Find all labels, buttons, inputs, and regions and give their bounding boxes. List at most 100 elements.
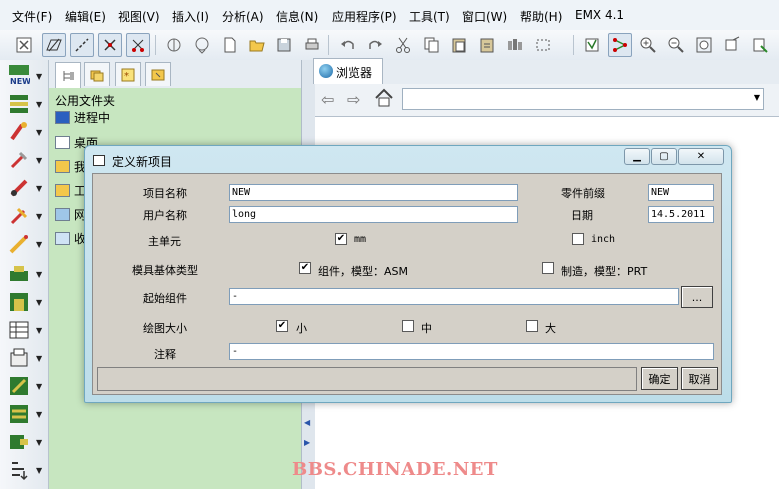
chevron-down-icon[interactable]: ▼: [36, 298, 42, 307]
cooling-icon[interactable]: [8, 205, 30, 227]
tab-model-tree[interactable]: [55, 62, 81, 88]
start-assembly-input[interactable]: -: [229, 288, 679, 305]
sketch-node-icon[interactable]: [608, 33, 632, 57]
menu-help[interactable]: 帮助(H): [520, 8, 562, 25]
tab-folder-browser[interactable]: [84, 62, 110, 86]
copy-icon[interactable]: [419, 33, 443, 57]
unit-inch-checkbox[interactable]: [572, 233, 584, 245]
paste-special-icon[interactable]: [475, 33, 499, 57]
chevron-down-icon[interactable]: ▼: [36, 184, 42, 193]
chevron-down-icon[interactable]: ▼: [36, 270, 42, 279]
mold-opening-icon[interactable]: [8, 403, 30, 425]
project-name-input[interactable]: NEW: [229, 184, 518, 201]
menu-applications[interactable]: 应用程序(P): [332, 8, 397, 25]
size-medium-checkbox[interactable]: [402, 320, 414, 332]
zoom-in-icon[interactable]: [636, 33, 660, 57]
menu-info[interactable]: 信息(N): [276, 8, 318, 25]
tree-item-my-documents[interactable]: 我: [55, 158, 86, 175]
expand-arrow-icon[interactable]: ▶: [304, 438, 310, 447]
cancel-button[interactable]: 取消: [681, 367, 718, 390]
save-icon[interactable]: [272, 33, 296, 57]
datum-plane-icon[interactable]: [42, 33, 66, 57]
refit-icon[interactable]: [692, 33, 716, 57]
chevron-down-icon[interactable]: ▼: [36, 156, 42, 165]
chevron-down-icon[interactable]: ▼: [36, 466, 42, 475]
close-window-icon[interactable]: [12, 33, 36, 57]
mold-base-icon[interactable]: [8, 93, 30, 115]
reorient-icon[interactable]: [720, 33, 744, 57]
open-folder-icon[interactable]: [245, 33, 269, 57]
date-input[interactable]: 14.5.2011: [648, 206, 714, 223]
ejector-pin-icon[interactable]: [8, 121, 30, 143]
collapse-arrow-icon[interactable]: ◀: [304, 418, 310, 427]
menu-window[interactable]: 窗口(W): [462, 8, 507, 25]
tree-item-working-directory[interactable]: 工: [55, 182, 86, 199]
tab-connections[interactable]: [145, 62, 171, 86]
coordinate-system-icon[interactable]: [126, 33, 150, 57]
tab-favorites[interactable]: *: [115, 62, 141, 86]
chevron-down-icon[interactable]: ▼: [36, 382, 42, 391]
screw-icon[interactable]: [8, 149, 30, 171]
datum-point-icon[interactable]: [98, 33, 122, 57]
menu-insert[interactable]: 插入(I): [172, 8, 209, 25]
bom-icon[interactable]: [8, 319, 30, 341]
chevron-down-icon[interactable]: ▼: [36, 128, 42, 137]
note-input[interactable]: -: [229, 343, 714, 360]
settings-icon[interactable]: [8, 459, 30, 481]
datum-axis-icon[interactable]: [70, 33, 94, 57]
mold-assembly-checkbox[interactable]: ✔: [299, 262, 311, 274]
unit-mm-checkbox[interactable]: ✔: [335, 233, 347, 245]
chevron-down-icon[interactable]: ▼: [36, 326, 42, 335]
cut-icon[interactable]: [391, 33, 415, 57]
back-arrow-icon[interactable]: ⇦: [321, 90, 334, 109]
browse-button[interactable]: ...: [681, 286, 713, 308]
regenerate-icon[interactable]: [503, 33, 527, 57]
tab-browser[interactable]: 浏览器: [313, 58, 383, 84]
slider-icon[interactable]: [8, 263, 30, 285]
menu-emx[interactable]: EMX 4.1: [575, 8, 624, 22]
tree-item-network[interactable]: 网: [55, 206, 86, 223]
zoom-out-icon[interactable]: [664, 33, 688, 57]
menu-view[interactable]: 视图(V): [118, 8, 160, 25]
select-box-icon[interactable]: [531, 33, 555, 57]
chevron-down-icon[interactable]: ▼: [36, 438, 42, 447]
undo-icon[interactable]: [336, 33, 360, 57]
dowel-pin-icon[interactable]: [8, 177, 30, 199]
user-name-input[interactable]: long: [229, 206, 518, 223]
minimize-button[interactable]: ▁: [624, 148, 650, 165]
new-file-icon[interactable]: [218, 33, 242, 57]
spin-center-icon[interactable]: [162, 33, 186, 57]
chevron-down-icon[interactable]: ▼: [754, 93, 760, 102]
chevron-down-icon[interactable]: ▼: [36, 354, 42, 363]
mold-manufacture-checkbox[interactable]: [542, 262, 554, 274]
sprue-icon[interactable]: [8, 233, 30, 255]
chevron-down-icon[interactable]: ▼: [36, 410, 42, 419]
print-icon[interactable]: [300, 33, 324, 57]
menu-file[interactable]: 文件(F): [12, 8, 52, 25]
drawing-icon[interactable]: [8, 347, 30, 369]
chevron-down-icon[interactable]: ▼: [36, 72, 42, 81]
forward-arrow-icon[interactable]: ⇨: [347, 90, 360, 109]
tree-item-in-session[interactable]: 进程中: [55, 109, 110, 126]
ok-button[interactable]: 确定: [641, 367, 678, 390]
menu-tools[interactable]: 工具(T): [409, 8, 450, 25]
chevron-down-icon[interactable]: ▼: [36, 100, 42, 109]
lifter-icon[interactable]: [8, 291, 30, 313]
close-button[interactable]: ✕: [678, 148, 724, 165]
maximize-button[interactable]: ▢: [651, 148, 677, 165]
part-prefix-input[interactable]: NEW: [648, 184, 714, 201]
redo-icon[interactable]: [363, 33, 387, 57]
new-project-icon[interactable]: NEW: [8, 64, 31, 86]
filter-icon[interactable]: [580, 33, 604, 57]
annotation-icon[interactable]: [190, 33, 214, 57]
saved-views-icon[interactable]: [748, 33, 772, 57]
menu-analysis[interactable]: 分析(A): [222, 8, 264, 25]
size-small-checkbox[interactable]: ✔: [276, 320, 288, 332]
home-icon[interactable]: [373, 87, 395, 112]
tree-item-favorites[interactable]: 收: [55, 230, 86, 247]
clearance-check-icon[interactable]: [8, 375, 30, 397]
paste-icon[interactable]: [447, 33, 471, 57]
ejector-stroke-icon[interactable]: [8, 431, 30, 453]
address-bar[interactable]: ▼: [402, 88, 764, 110]
menu-edit[interactable]: 编辑(E): [65, 8, 106, 25]
